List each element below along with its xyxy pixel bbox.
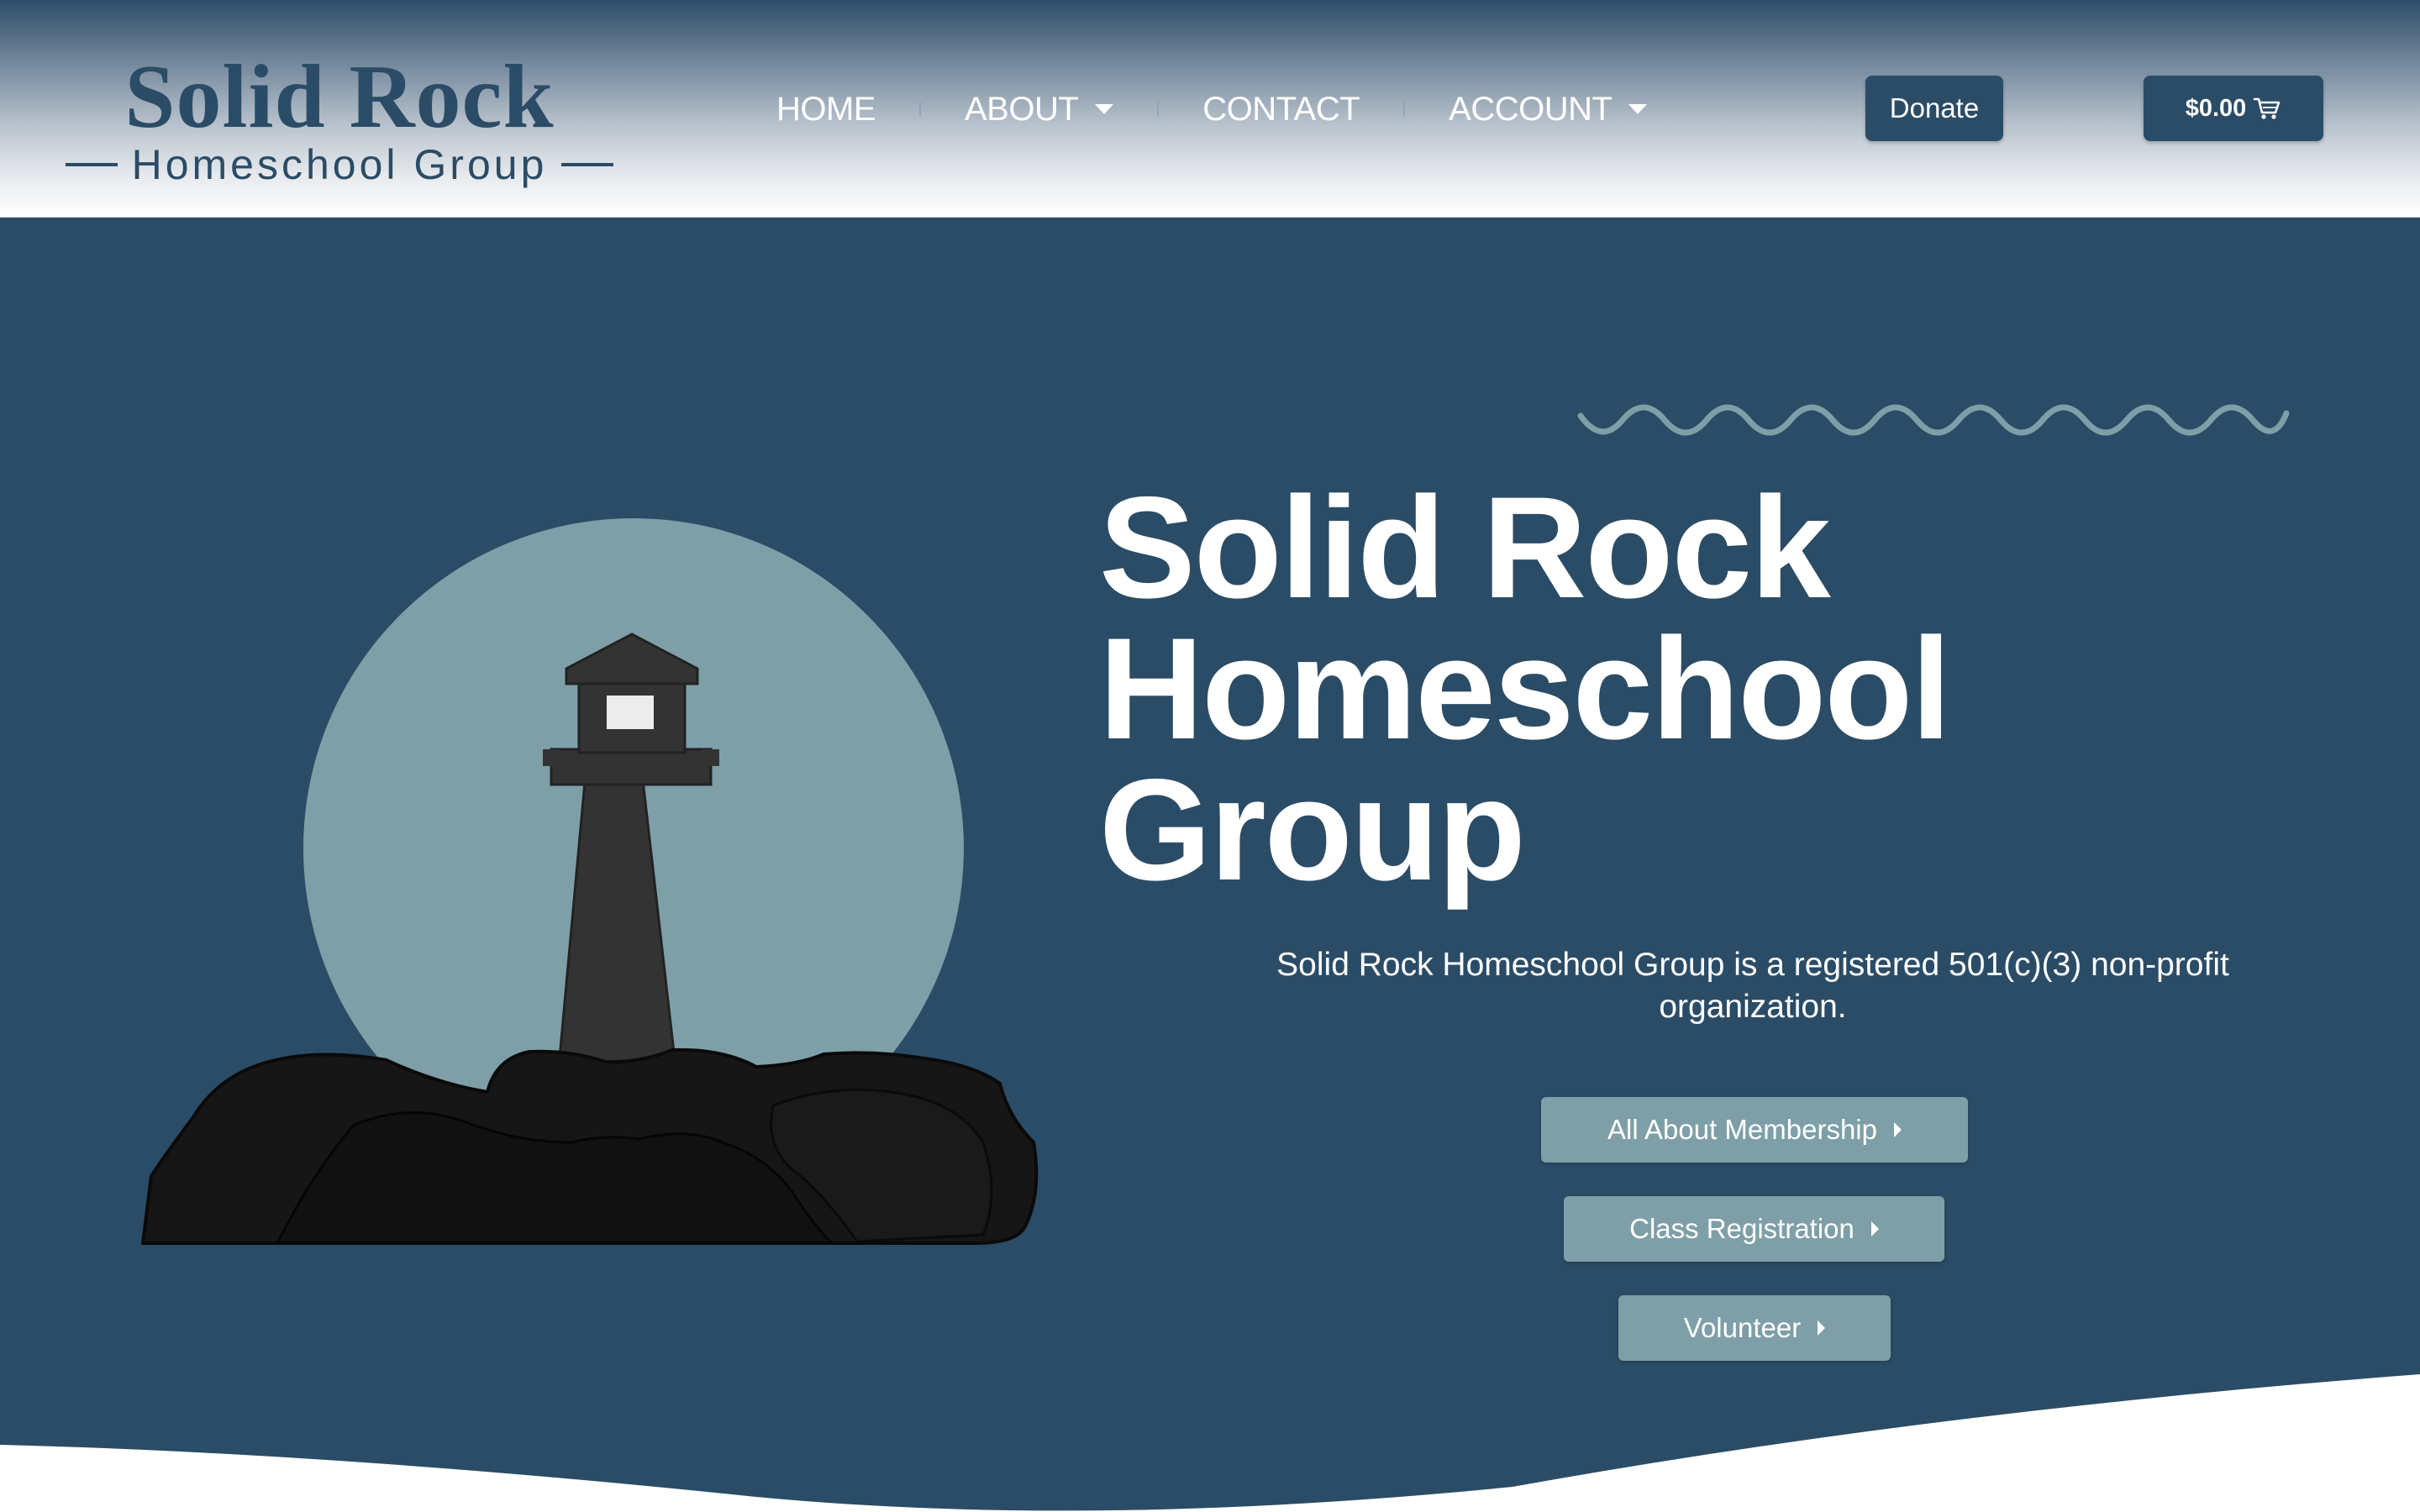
rocks-icon (140, 1047, 1039, 1245)
main-nav: HOME ABOUT CONTACT ACCOUNT (776, 81, 1648, 138)
volunteer-button-label: Volunteer (1683, 1312, 1802, 1343)
nav-divider (1157, 102, 1160, 117)
nav-divider (919, 102, 921, 117)
nav-item-label: CONTACT (1202, 90, 1360, 128)
site-header: Solid Rock Homeschool Group HOME ABOUT C… (0, 0, 2420, 218)
nav-divider (1403, 102, 1406, 117)
chevron-down-icon (1628, 104, 1648, 114)
membership-button[interactable]: All About Membership (1541, 1097, 1968, 1163)
class-registration-button-label: Class Registration (1629, 1213, 1854, 1244)
caret-right-icon (1870, 1221, 1879, 1236)
bottom-wave-divider (0, 1374, 2420, 1512)
nav-item-home[interactable]: HOME (776, 91, 876, 129)
logo-rule-right (560, 163, 613, 166)
logo-subtitle-row: Homeschool Group (66, 131, 613, 198)
lighthouse-illustration (140, 518, 1039, 1245)
caret-right-icon (1818, 1320, 1826, 1336)
wave-decoration (1577, 404, 2290, 436)
hero-title-line: Homeschool (1099, 608, 1951, 769)
class-registration-button[interactable]: Class Registration (1564, 1196, 1944, 1262)
nav-item-label: ABOUT (965, 90, 1079, 128)
hero-title: Solid Rock Homeschool Group (1099, 467, 2191, 911)
logo-rule-left (66, 163, 118, 166)
hero-subtitle: Solid Rock Homeschool Group is a registe… (1276, 947, 2229, 1025)
nav-item-about[interactable]: ABOUT (965, 90, 1114, 129)
hero-title-line: Group (1099, 749, 1526, 911)
donate-button[interactable]: Donate (1865, 76, 2003, 141)
hero-title-line: Solid Rock (1099, 467, 1831, 628)
volunteer-button[interactable]: Volunteer (1618, 1295, 1891, 1361)
cart-button[interactable]: $0.00 (2144, 76, 2323, 141)
logo-subtitle: Homeschool Group (131, 141, 548, 188)
chevron-down-icon (1095, 104, 1114, 114)
nav-item-account[interactable]: ACCOUNT (1449, 90, 1648, 129)
site-logo[interactable]: Solid Rock Homeschool Group (66, 47, 613, 188)
caret-right-icon (1894, 1122, 1902, 1137)
nav-item-label: HOME (776, 90, 876, 128)
nav-item-contact[interactable]: CONTACT (1202, 91, 1360, 129)
nav-item-label: ACCOUNT (1449, 90, 1612, 128)
cart-icon (2253, 96, 2281, 121)
donate-button-label: Donate (1889, 92, 1980, 123)
cart-total: $0.00 (2185, 94, 2247, 122)
membership-button-label: All About Membership (1607, 1114, 1877, 1145)
